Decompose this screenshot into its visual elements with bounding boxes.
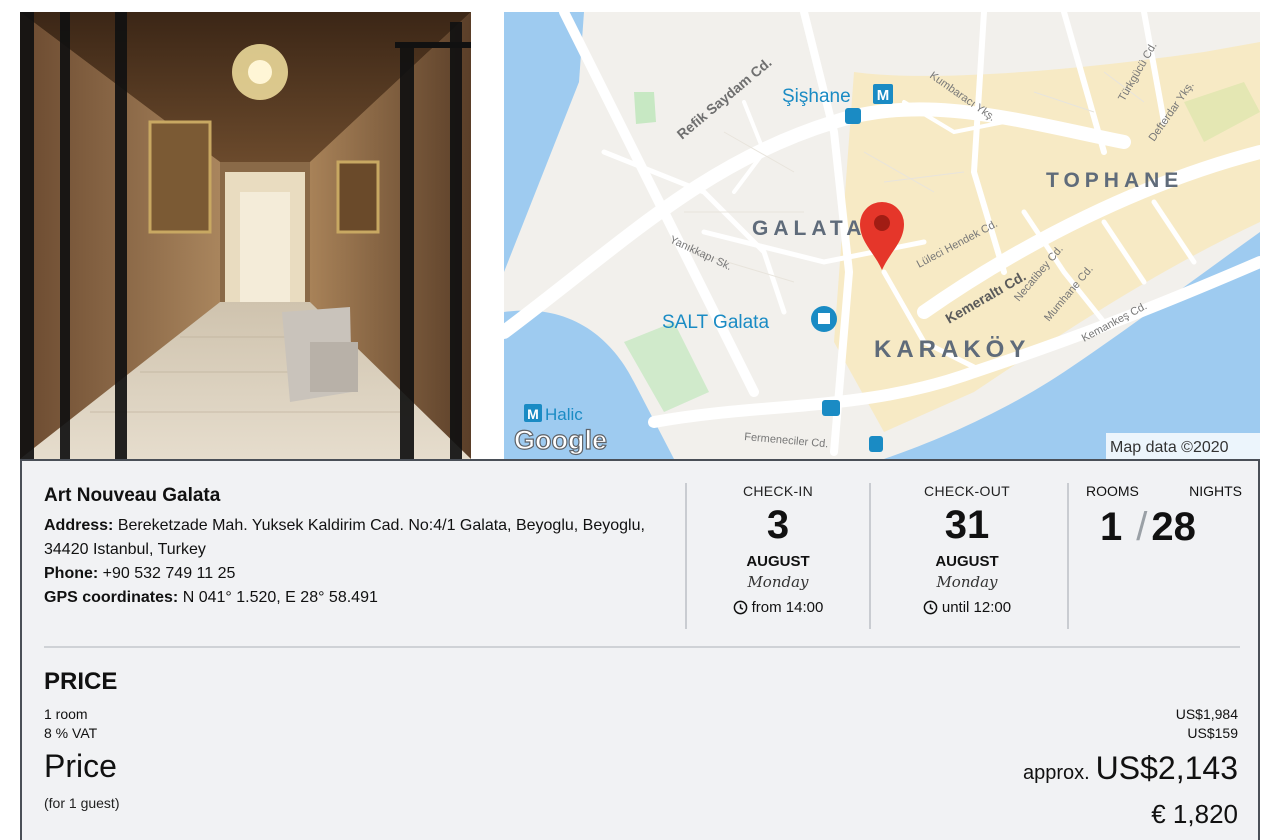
phone-value[interactable]: +90 532 749 11 25 (103, 565, 236, 582)
bus-stop-icon (845, 108, 861, 124)
nights-label: NIGHTS (1189, 483, 1242, 499)
checkout-block: CHECK-OUT 31 AUGUST Monday until 12:00 (872, 483, 1062, 616)
total-price: approx. US$2,143 (1023, 750, 1238, 787)
approx-prefix: approx. (1022, 762, 1090, 784)
vat-line-label: 8 % VAT (44, 725, 98, 741)
price-label: Price (44, 748, 117, 784)
map-place-halic: Halic (545, 405, 583, 424)
clock-icon (923, 600, 938, 615)
checkin-label: CHECK-IN (742, 483, 814, 499)
checkin-day: 3 (766, 503, 790, 547)
gps-value: N 041° 1.520, E 28° 58.491 (182, 589, 378, 606)
rooms-nights-separator: / (1136, 505, 1148, 549)
section-divider (44, 646, 1240, 648)
checkout-weekday: Monday (936, 573, 998, 591)
hotel-address: Address: Bereketzade Mah. Yuksek Kaldiri… (44, 514, 674, 562)
hotel-photo (20, 12, 471, 459)
clock-icon (733, 600, 747, 615)
map-district-galata: GALATA (752, 217, 866, 240)
checkin-time: from 14:00 (688, 599, 868, 616)
price-row-vat: 8 % VAT US$159 (44, 725, 1238, 741)
checkin-weekday: Monday (747, 573, 809, 591)
google-logo: Google (514, 425, 607, 455)
map-attribution[interactable]: Map data ©2020 (1110, 439, 1229, 456)
price-heading: PRICE (44, 668, 118, 695)
hotel-name: Art Nouveau Galata (44, 485, 221, 506)
booking-summary-card: Art Nouveau Galata Address: Bereketzade … (20, 459, 1260, 840)
map-place-salt-galata: SALT Galata (662, 312, 769, 333)
price-row-room: 1 room US$1,984 (44, 706, 1238, 722)
bus-stop-icon (822, 400, 840, 416)
hotel-phone: Phone: +90 532 749 11 25 (44, 562, 674, 586)
bus-stop-icon (869, 436, 883, 452)
rooms-label: ROOMS (1086, 483, 1139, 499)
rooms-nights-block: ROOMS NIGHTS 1 / 28 (1084, 483, 1244, 553)
divider (1067, 483, 1069, 629)
room-line-amount: US$1,984 (1175, 706, 1238, 722)
vat-line-amount: US$159 (1187, 725, 1238, 741)
hotel-details: Art Nouveau Galata Address: Bereketzade … (44, 485, 674, 610)
divider (685, 483, 687, 629)
address-value: Bereketzade Mah. Yuksek Kaldirim Cad. No… (44, 517, 645, 558)
checkout-label: CHECK-OUT (924, 483, 1010, 499)
checkout-time-text: until 12:00 (941, 599, 1012, 616)
hotel-gps: GPS coordinates: N 041° 1.520, E 28° 58.… (44, 586, 674, 610)
map-district-tophane: TOPHANE (1046, 169, 1183, 192)
checkin-block: CHECK-IN 3 AUGUST Monday from 14:00 (688, 483, 868, 616)
rooms-count: 1 (1100, 505, 1123, 549)
location-map[interactable]: Refik Saydam Cd. Kumbaracı Ykş. Türkgücü… (504, 12, 1260, 459)
total-eur: € 1,820 (1151, 799, 1238, 829)
metro-badge: M (527, 406, 539, 422)
phone-label: Phone: (44, 565, 99, 582)
gps-label: GPS coordinates: (44, 589, 179, 606)
divider (869, 483, 871, 629)
map-district-karakoy: KARAKÖY (874, 336, 1030, 363)
checkout-month: AUGUST (935, 553, 999, 570)
room-line-label: 1 room (44, 706, 88, 722)
nights-count: 28 (1151, 505, 1196, 549)
address-label: Address: (44, 517, 114, 534)
checkin-month: AUGUST (746, 553, 810, 570)
checkin-time-text: from 14:00 (751, 599, 824, 616)
total-usd: US$2,143 (1095, 750, 1238, 786)
guest-count-note: (for 1 guest) (44, 795, 120, 811)
map-place-sishane: Şişhane (782, 86, 851, 107)
metro-badge: M (877, 87, 890, 104)
checkout-time: until 12:00 (872, 599, 1062, 616)
checkout-day: 31 (944, 503, 990, 547)
